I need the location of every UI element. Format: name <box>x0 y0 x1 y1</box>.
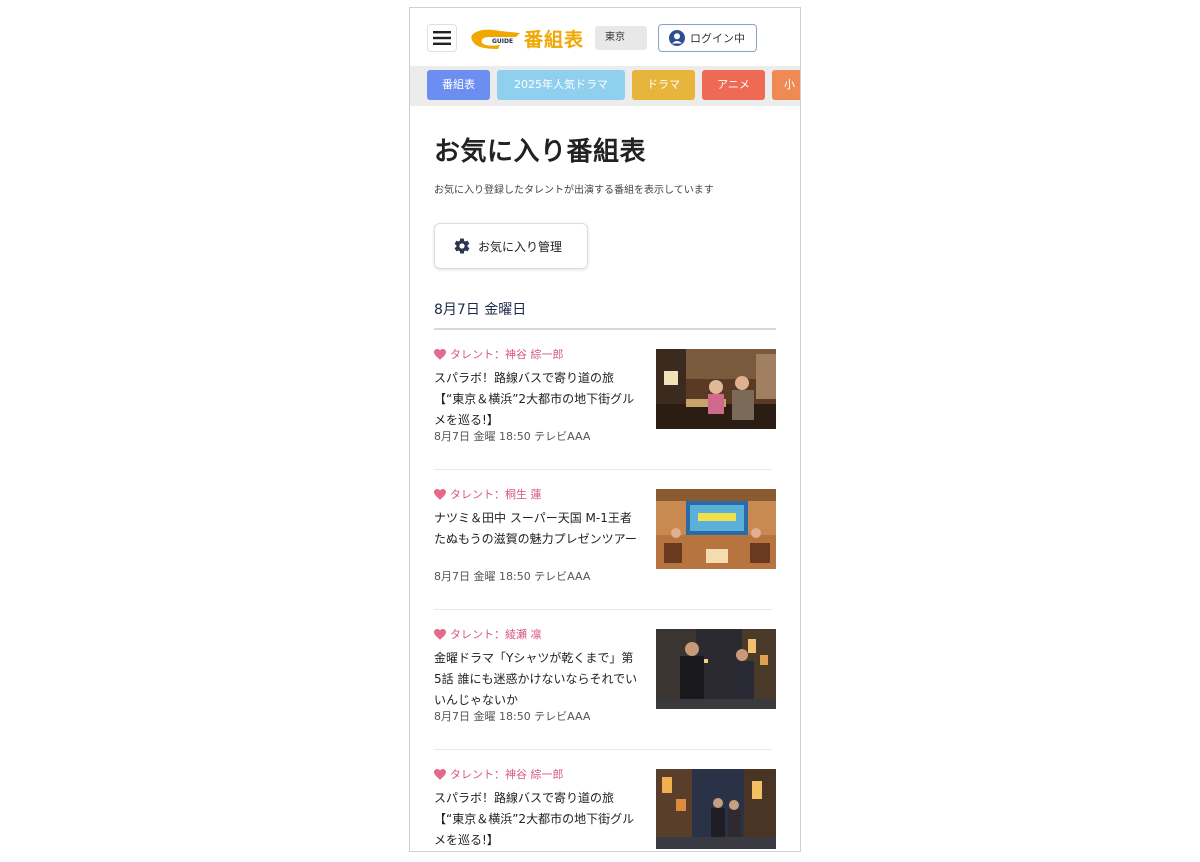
user-icon <box>669 30 685 46</box>
login-status-button[interactable]: ログイン中 <box>658 24 757 52</box>
tab-popular-drama-2025[interactable]: 2025年人気ドラマ <box>497 70 625 100</box>
program-meta: 8月7日 金曜 18:50 テレビAAA <box>434 430 591 443</box>
favorites-manage-label: お気に入り管理 <box>478 239 563 254</box>
talent-label: タレント：神谷 綜一郎 <box>434 346 564 362</box>
tab-next-partial[interactable]: 小 <box>772 70 800 100</box>
main-content: お気に入り番組表 お気に入り登録したタレントが出演する番組を表示しています お気… <box>410 106 800 851</box>
date-heading: 8月7日 金曜日 <box>434 299 776 330</box>
program-title[interactable]: 金曜ドラマ「Yシャツが乾くまで」第5話 誰にも迷惑かけないならそれでいいんじゃな… <box>434 648 639 711</box>
login-label: ログイン中 <box>690 32 745 45</box>
page-title: お気に入り番組表 <box>434 137 647 167</box>
program-list-item[interactable]: タレント：桐生 蓮 ナツミ＆田中 スーパー天国 M-1王者たぬもうの滋賀の魅力プ… <box>434 470 776 610</box>
talent-label: タレント：神谷 綜一郎 <box>434 766 564 782</box>
region-selector[interactable]: 東京 <box>595 26 647 50</box>
program-list-item[interactable]: タレント：神谷 綜一郎 スパラボ！路線バスで寄り道の旅 【“東京＆横浜”2大都市… <box>434 750 776 851</box>
program-title[interactable]: ナツミ＆田中 スーパー天国 M-1王者たぬもうの滋賀の魅力プレゼンツアー <box>434 508 639 550</box>
program-meta: 8月7日 金曜 18:50 テレビAAA <box>434 570 591 583</box>
tab-drama[interactable]: ドラマ <box>632 70 695 100</box>
site-logo[interactable]: GUIDE 番組表 <box>470 24 584 52</box>
program-list-item[interactable]: タレント：綾瀬 凛 金曜ドラマ「Yシャツが乾くまで」第5話 誰にも迷惑かけないな… <box>434 610 776 750</box>
heart-icon <box>434 348 446 360</box>
heart-icon <box>434 768 446 780</box>
program-meta: 8月7日 金曜 18:50 テレビAAA <box>434 710 591 723</box>
mobile-frame: GUIDE 番組表 東京 ログイン中 番組表 2025年人気ドラマ ドラマ アニ… <box>409 7 801 852</box>
program-thumbnail[interactable] <box>656 489 776 569</box>
heart-icon <box>434 628 446 640</box>
logo-text: 番組表 <box>524 28 585 51</box>
menu-button[interactable] <box>427 24 457 52</box>
program-title[interactable]: スパラボ！路線バスで寄り道の旅 【“東京＆横浜”2大都市の地下街グルメを巡る!】 <box>434 368 639 431</box>
talent-label: タレント：綾瀬 凛 <box>434 626 542 642</box>
program-thumbnail[interactable] <box>656 349 776 429</box>
program-thumbnail[interactable] <box>656 629 776 709</box>
program-list-item[interactable]: タレント：神谷 綜一郎 スパラボ！路線バスで寄り道の旅 【“東京＆横浜”2大都市… <box>434 330 776 470</box>
header: GUIDE 番組表 東京 ログイン中 <box>410 8 800 66</box>
logo-mark-icon: GUIDE <box>471 29 520 49</box>
tab-schedule[interactable]: 番組表 <box>427 70 490 100</box>
hamburger-icon <box>433 31 451 45</box>
program-title[interactable]: スパラボ！路線バスで寄り道の旅 【“東京＆横浜”2大都市の地下街グルメを巡る!】 <box>434 788 639 851</box>
gear-icon <box>453 237 471 255</box>
svg-text:GUIDE: GUIDE <box>492 38 513 45</box>
favorites-manage-button[interactable]: お気に入り管理 <box>434 223 588 269</box>
talent-label: タレント：桐生 蓮 <box>434 486 542 502</box>
page-description: お気に入り登録したタレントが出演する番組を表示しています <box>434 185 714 196</box>
program-thumbnail[interactable] <box>656 769 776 849</box>
category-tabs: 番組表 2025年人気ドラマ ドラマ アニメ 小 <box>410 66 800 106</box>
heart-icon <box>434 488 446 500</box>
tab-anime[interactable]: アニメ <box>702 70 765 100</box>
